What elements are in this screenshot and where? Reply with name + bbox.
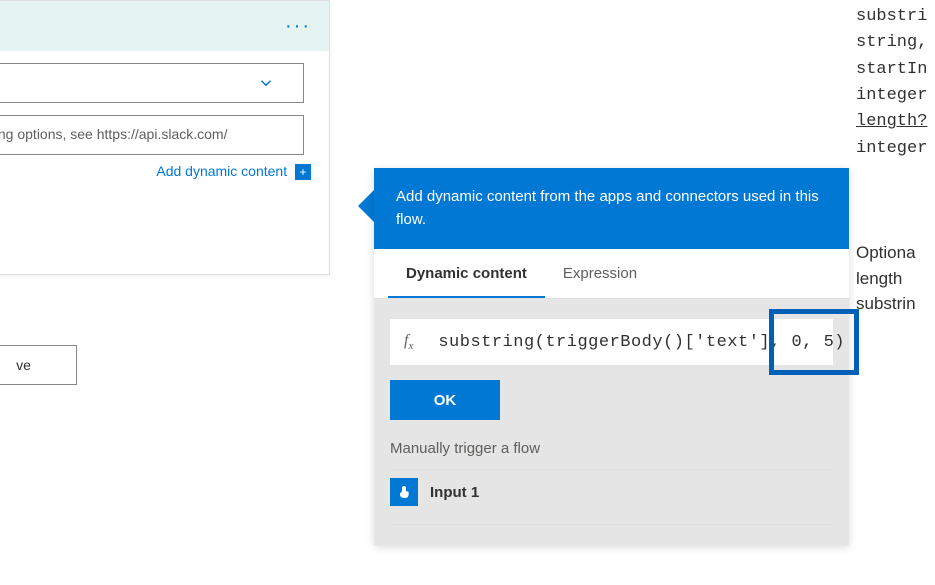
expression-area: fx substring(triggerBody()['text'], 0, 5… — [374, 299, 849, 545]
ok-button[interactable]: OK — [390, 380, 500, 420]
text-field[interactable]: tting options, see https://api.slack.com… — [0, 115, 304, 155]
more-icon[interactable]: ··· — [285, 15, 311, 38]
tab-expression[interactable]: Expression — [545, 249, 655, 298]
expression-text: substring(triggerBody()['text'], 0, 5) — [428, 333, 855, 352]
panel-pointer — [358, 190, 374, 222]
expression-input[interactable]: fx substring(triggerBody()['text'], 0, 5… — [390, 319, 833, 365]
save-button[interactable]: ve — [0, 345, 77, 385]
tooltip-description: Optiona length substrin — [856, 240, 916, 317]
action-card: ··· tting options, see https://api.slack… — [0, 0, 330, 275]
tab-dynamic-content[interactable]: Dynamic content — [388, 249, 545, 298]
panel-header: Add dynamic content from the apps and co… — [374, 168, 849, 249]
add-dynamic-row: Add dynamic content + — [0, 155, 329, 180]
tooltip-signature: substri string, startIn integer length? … — [856, 4, 927, 162]
trigger-section-label: Manually trigger a flow — [390, 420, 833, 469]
dynamic-item-label: Input 1 — [430, 484, 479, 501]
fx-icon: fx — [390, 332, 428, 352]
dynamic-content-panel: Add dynamic content from the apps and co… — [374, 168, 849, 545]
add-dynamic-content-link[interactable]: Add dynamic content — [156, 163, 287, 179]
card-header: ··· — [0, 1, 329, 51]
chevron-down-icon — [257, 74, 275, 97]
touch-icon — [390, 478, 418, 506]
text-field-placeholder: tting options, see https://api.slack.com… — [0, 116, 303, 152]
dropdown-field[interactable] — [0, 63, 304, 103]
dynamic-item-input1[interactable]: Input 1 — [390, 469, 833, 514]
tabs: Dynamic content Expression — [374, 249, 849, 299]
plus-icon[interactable]: + — [295, 164, 311, 180]
divider — [390, 524, 833, 525]
